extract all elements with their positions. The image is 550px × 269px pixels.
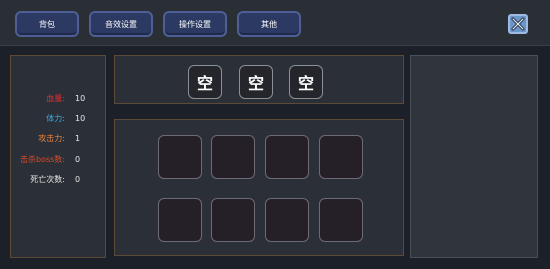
- equip-slot[interactable]: 空: [289, 65, 323, 99]
- stat-stamina-label: 体力:: [46, 113, 65, 123]
- stat-deaths: 死亡次数: 0: [5, 172, 85, 186]
- detail-panel: [410, 55, 538, 258]
- stat-boss-kills-value: 0: [75, 154, 81, 164]
- stat-attack-value: 1: [75, 133, 81, 143]
- inventory-panel: [114, 119, 404, 256]
- stat-hp-value: 10: [75, 93, 86, 103]
- inventory-slot[interactable]: [158, 135, 202, 179]
- stat-deaths-label: 死亡次数:: [30, 174, 65, 184]
- inventory-slot[interactable]: [158, 198, 202, 242]
- inventory-slot[interactable]: [265, 135, 309, 179]
- equip-slot[interactable]: 空: [239, 65, 273, 99]
- stat-attack-label: 攻击力:: [38, 133, 65, 143]
- inventory-slot[interactable]: [211, 198, 255, 242]
- top-menu-bar: 背包 音效设置 操作设置 其他: [0, 0, 550, 46]
- stat-stamina-value: 10: [75, 113, 86, 123]
- close-icon: [511, 17, 525, 31]
- inventory-slot[interactable]: [211, 135, 255, 179]
- tab-bag[interactable]: 背包: [15, 11, 79, 37]
- inventory-slot[interactable]: [265, 198, 309, 242]
- tab-other[interactable]: 其他: [237, 11, 301, 37]
- stat-deaths-value: 0: [75, 174, 81, 184]
- stat-attack: 攻击力: 1: [5, 131, 85, 145]
- equipment-panel: 空 空 空: [114, 55, 404, 104]
- inventory-slot[interactable]: [319, 198, 363, 242]
- stat-boss-kills: 击杀boss数: 0: [5, 152, 85, 166]
- tab-control-settings[interactable]: 操作设置: [163, 11, 227, 37]
- stat-hp: 血量: 10: [5, 91, 85, 105]
- player-stats-panel: 血量: 10 体力: 10 攻击力: 1 击杀boss数: 0 死亡次数: 0: [10, 55, 106, 258]
- close-button[interactable]: [508, 14, 528, 34]
- equip-slot[interactable]: 空: [188, 65, 222, 99]
- tab-sound-settings[interactable]: 音效设置: [89, 11, 153, 37]
- inventory-slot[interactable]: [319, 135, 363, 179]
- stat-boss-kills-label: 击杀boss数:: [19, 154, 65, 164]
- stat-stamina: 体力: 10: [5, 111, 85, 125]
- stat-hp-label: 血量:: [46, 93, 65, 103]
